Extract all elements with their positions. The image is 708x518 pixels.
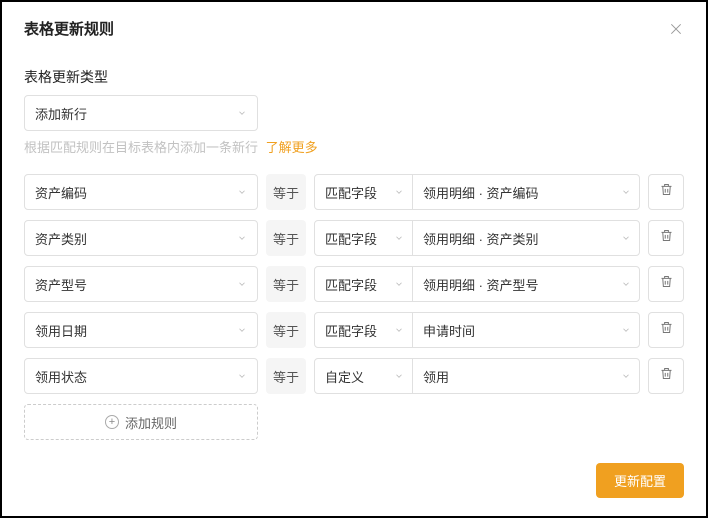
rule-value-group: 匹配字段 领用明细 · 资产型号 bbox=[314, 266, 640, 302]
chevron-down-icon bbox=[621, 233, 631, 243]
rule-value-field: 领用 bbox=[423, 367, 449, 386]
rule-field-select[interactable]: 资产编码 bbox=[24, 174, 258, 210]
rule-value-field-select[interactable]: 领用 bbox=[413, 359, 639, 393]
rule-value-field-select[interactable]: 领用明细 · 资产类别 bbox=[413, 221, 639, 255]
rule-value-type-select[interactable]: 自定义 bbox=[315, 359, 413, 393]
rule-field-select[interactable]: 资产型号 bbox=[24, 266, 258, 302]
chevron-down-icon bbox=[394, 371, 404, 381]
modal-footer: 更新配置 bbox=[2, 449, 706, 516]
rule-value-field-select[interactable]: 领用明细 · 资产型号 bbox=[413, 267, 639, 301]
update-type-select[interactable]: 添加新行 bbox=[24, 95, 258, 131]
rule-row: 资产编码 等于匹配字段 领用明细 · 资产编码 bbox=[24, 174, 684, 210]
rule-value-type: 匹配字段 bbox=[325, 275, 377, 294]
delete-rule-button[interactable] bbox=[648, 312, 684, 348]
plus-icon: + bbox=[105, 415, 119, 429]
rule-operator: 等于 bbox=[266, 174, 306, 210]
rule-field-value: 领用状态 bbox=[35, 367, 87, 386]
chevron-down-icon bbox=[237, 371, 247, 381]
rule-value-type-select[interactable]: 匹配字段 bbox=[315, 313, 413, 347]
rule-value-type: 匹配字段 bbox=[325, 321, 377, 340]
delete-rule-button[interactable] bbox=[648, 220, 684, 256]
rule-value-field: 领用明细 · 资产型号 bbox=[423, 275, 539, 294]
modal-title: 表格更新规则 bbox=[24, 18, 114, 39]
rule-operator: 等于 bbox=[266, 220, 306, 256]
chevron-down-icon bbox=[621, 279, 631, 289]
delete-rule-button[interactable] bbox=[648, 266, 684, 302]
hint-text: 根据匹配规则在目标表格内添加一条新行 bbox=[24, 140, 258, 155]
chevron-down-icon bbox=[394, 325, 404, 335]
rule-field-value: 资产编码 bbox=[35, 183, 87, 202]
trash-icon bbox=[659, 182, 674, 202]
chevron-down-icon bbox=[394, 233, 404, 243]
chevron-down-icon bbox=[237, 279, 247, 289]
trash-icon bbox=[659, 228, 674, 248]
trash-icon bbox=[659, 320, 674, 340]
rule-operator: 等于 bbox=[266, 358, 306, 394]
update-type-value: 添加新行 bbox=[35, 104, 87, 123]
rule-value-group: 自定义 领用 bbox=[314, 358, 640, 394]
delete-rule-button[interactable] bbox=[648, 174, 684, 210]
learn-more-link[interactable]: 了解更多 bbox=[266, 140, 318, 155]
delete-rule-button[interactable] bbox=[648, 358, 684, 394]
rule-field-select[interactable]: 领用日期 bbox=[24, 312, 258, 348]
rule-value-type-select[interactable]: 匹配字段 bbox=[315, 267, 413, 301]
rule-value-field: 申请时间 bbox=[423, 321, 475, 340]
rule-operator: 等于 bbox=[266, 312, 306, 348]
chevron-down-icon bbox=[237, 108, 247, 118]
rule-value-type: 匹配字段 bbox=[325, 183, 377, 202]
rule-row: 资产类别 等于匹配字段 领用明细 · 资产类别 bbox=[24, 220, 684, 256]
rule-field-value: 资产型号 bbox=[35, 275, 87, 294]
rule-value-type: 匹配字段 bbox=[325, 229, 377, 248]
rule-value-group: 匹配字段 领用明细 · 资产类别 bbox=[314, 220, 640, 256]
rule-field-select[interactable]: 领用状态 bbox=[24, 358, 258, 394]
trash-icon bbox=[659, 274, 674, 294]
rule-field-value: 领用日期 bbox=[35, 321, 87, 340]
rule-value-field: 领用明细 · 资产类别 bbox=[423, 229, 539, 248]
submit-button[interactable]: 更新配置 bbox=[596, 463, 684, 498]
close-icon[interactable] bbox=[668, 21, 684, 37]
trash-icon bbox=[659, 366, 674, 386]
chevron-down-icon bbox=[621, 187, 631, 197]
chevron-down-icon bbox=[394, 279, 404, 289]
rule-operator: 等于 bbox=[266, 266, 306, 302]
chevron-down-icon bbox=[394, 187, 404, 197]
rules-list: 资产编码等于匹配字段领用明细 · 资产编码资产类别等于匹配字段领用明细 · 资产… bbox=[24, 174, 684, 394]
add-rule-label: 添加规则 bbox=[125, 413, 177, 432]
rule-row: 领用日期 等于匹配字段 申请时间 bbox=[24, 312, 684, 348]
chevron-down-icon bbox=[237, 187, 247, 197]
modal-table-update-rules: 表格更新规则 表格更新类型 添加新行 根据匹配规则在目标表格内添加一条新行 了解… bbox=[0, 0, 708, 518]
rule-row: 领用状态 等于自定义 领用 bbox=[24, 358, 684, 394]
rule-value-field-select[interactable]: 领用明细 · 资产编码 bbox=[413, 175, 639, 209]
rule-value-field-select[interactable]: 申请时间 bbox=[413, 313, 639, 347]
rule-field-select[interactable]: 资产类别 bbox=[24, 220, 258, 256]
rule-field-value: 资产类别 bbox=[35, 229, 87, 248]
rule-value-field: 领用明细 · 资产编码 bbox=[423, 183, 539, 202]
hint-text-row: 根据匹配规则在目标表格内添加一条新行 了解更多 bbox=[24, 137, 684, 156]
chevron-down-icon bbox=[621, 325, 631, 335]
modal-header: 表格更新规则 bbox=[2, 2, 706, 51]
rule-value-group: 匹配字段 申请时间 bbox=[314, 312, 640, 348]
rule-row: 资产型号 等于匹配字段 领用明细 · 资产型号 bbox=[24, 266, 684, 302]
modal-body: 表格更新类型 添加新行 根据匹配规则在目标表格内添加一条新行 了解更多 资产编码… bbox=[2, 51, 706, 449]
rule-value-group: 匹配字段 领用明细 · 资产编码 bbox=[314, 174, 640, 210]
rule-value-type-select[interactable]: 匹配字段 bbox=[315, 175, 413, 209]
chevron-down-icon bbox=[237, 233, 247, 243]
type-label: 表格更新类型 bbox=[24, 67, 684, 87]
rule-value-type-select[interactable]: 匹配字段 bbox=[315, 221, 413, 255]
chevron-down-icon bbox=[237, 325, 247, 335]
add-rule-button[interactable]: + 添加规则 bbox=[24, 404, 258, 440]
rule-value-type: 自定义 bbox=[325, 367, 364, 386]
chevron-down-icon bbox=[621, 371, 631, 381]
